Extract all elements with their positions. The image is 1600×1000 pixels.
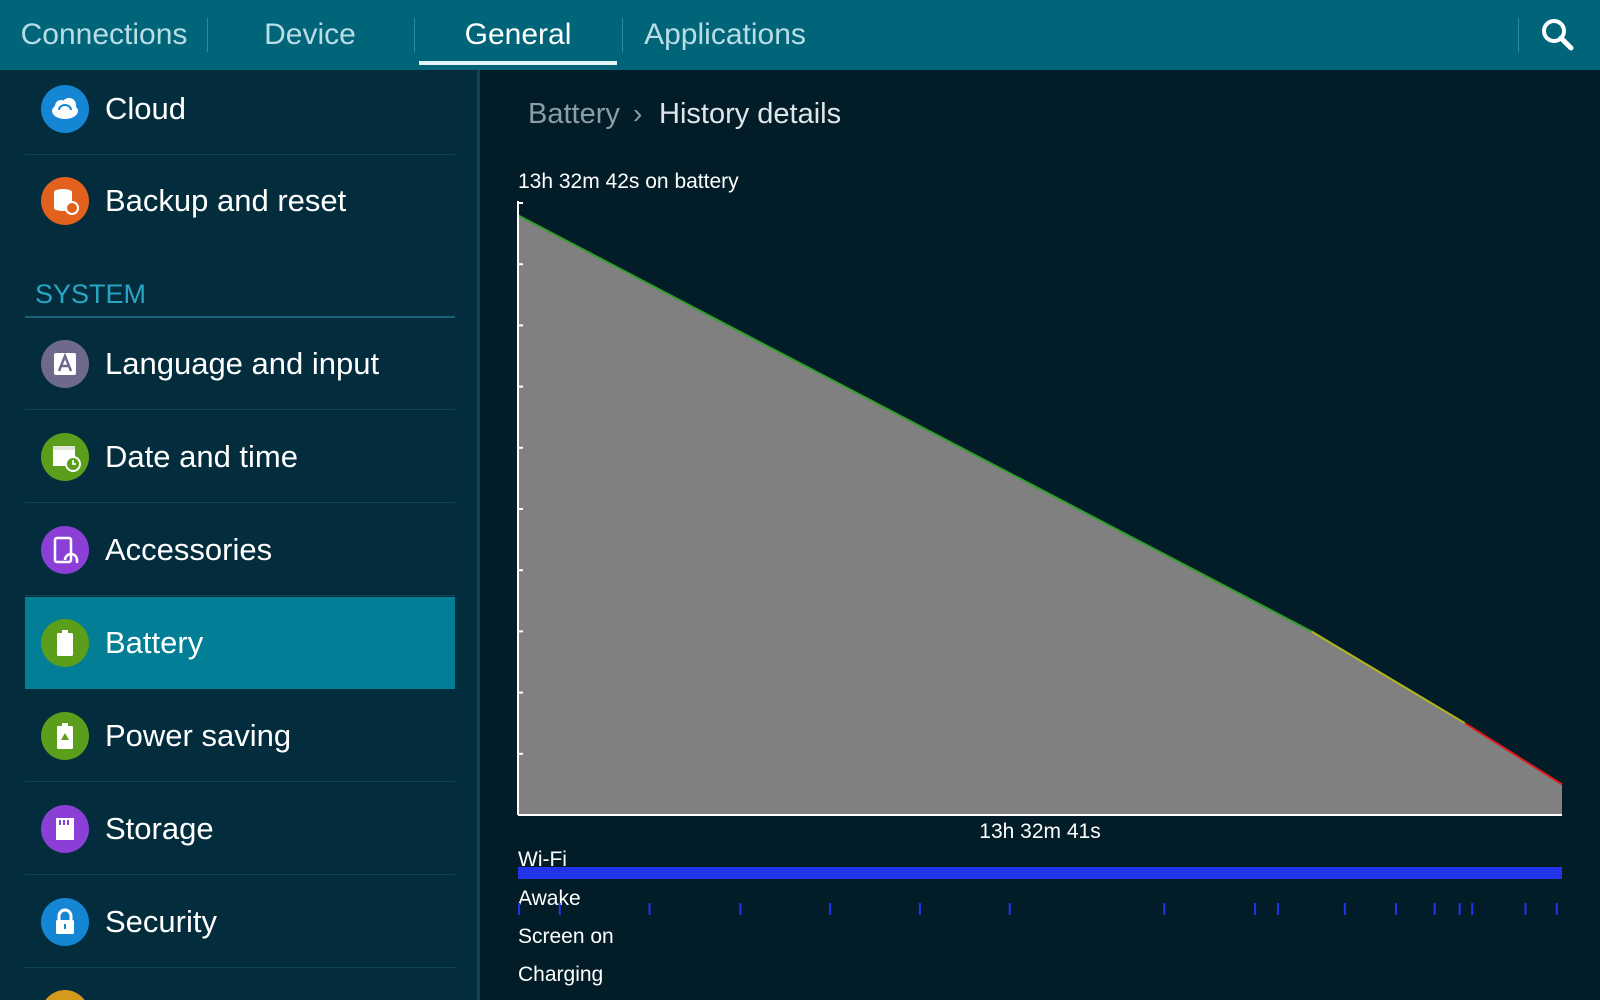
awake-tick	[1471, 903, 1474, 915]
breadcrumb-chevron-icon: ›	[633, 98, 643, 129]
tab-divider	[207, 18, 208, 52]
sidebar-item-label: Storage	[105, 811, 214, 846]
wifi-track-bar	[518, 867, 1562, 879]
awake-tick	[918, 903, 921, 915]
tab-divider	[414, 18, 415, 52]
awake-tick	[558, 903, 561, 915]
tab-divider	[622, 18, 623, 52]
battery-level-area	[518, 215, 1562, 816]
chart-x-label: 13h 32m 41s	[979, 820, 1101, 843]
awake-tick	[1277, 903, 1280, 915]
awake-tick	[1254, 903, 1257, 915]
sidebar-item-backup-and-reset[interactable]: Backup and reset	[25, 155, 455, 247]
page-title: History details	[659, 98, 842, 130]
tab-device[interactable]: Device	[215, 0, 405, 70]
calendar-clock-icon	[41, 433, 89, 481]
tab-bar: Connections Device General Applications	[0, 0, 1600, 70]
awake-tick	[1458, 903, 1461, 915]
sidebar-item-power-saving[interactable]: Power saving	[25, 690, 455, 782]
sidebar-item-cloud[interactable]: Cloud	[25, 63, 455, 155]
awake-tick	[1433, 903, 1436, 915]
sidebar-item-label: Language and input	[105, 346, 380, 381]
awake-tick	[1395, 903, 1398, 915]
awake-tick	[829, 903, 832, 915]
sidebar-item-battery[interactable]: Battery	[25, 597, 455, 689]
awake-tick	[518, 903, 520, 915]
awake-tick	[648, 903, 651, 915]
awake-tick	[1555, 903, 1558, 915]
sidebar-item-label: Battery	[105, 625, 204, 660]
sidebar-item-label: Date and time	[105, 439, 298, 474]
tab-applications[interactable]: Applications	[630, 0, 820, 70]
sidebar-item-language-and-input[interactable]: Language and input	[25, 318, 455, 410]
sidebar-item-storage[interactable]: Storage	[25, 783, 455, 875]
search-button[interactable]	[1536, 13, 1580, 57]
screen-on-track-label: Screen on	[518, 925, 614, 948]
breadcrumb-parent[interactable]: Battery	[528, 98, 620, 131]
sidebar-item-date-and-time[interactable]: Date and time	[25, 411, 455, 503]
sidebar-item-accessories[interactable]: Accessories	[25, 504, 455, 596]
backup-icon	[41, 177, 89, 225]
awake-tick	[1008, 903, 1011, 915]
sidebar-item-label: Security	[105, 904, 217, 939]
battery-level-chart	[517, 201, 1563, 816]
awake-tick	[1163, 903, 1166, 915]
sidebar-item-label: Cloud	[105, 91, 186, 126]
tab-connections[interactable]: Connections	[10, 0, 198, 70]
power-saving-icon	[41, 712, 89, 760]
sidebar-item-label: Backup and reset	[105, 183, 347, 218]
chart-title: 13h 32m 42s on battery	[518, 170, 739, 193]
awake-tick	[739, 903, 742, 915]
search-icon	[1542, 19, 1574, 51]
storage-icon	[41, 805, 89, 853]
language-icon	[41, 340, 89, 388]
battery-icon	[41, 619, 89, 667]
tab-divider	[1518, 18, 1519, 52]
tab-general[interactable]: General	[419, 0, 617, 70]
lock-icon	[41, 898, 89, 946]
sidebar-item-label: Power saving	[105, 718, 292, 753]
cloud-sync-icon	[41, 85, 89, 133]
awake-track	[518, 903, 1558, 915]
sidebar-item-security[interactable]: Security	[25, 876, 455, 968]
awake-tick	[1343, 903, 1346, 915]
awake-tick	[1524, 903, 1527, 915]
section-header-system: SYSTEM	[35, 279, 147, 309]
accessories-icon	[41, 526, 89, 574]
charging-track-label: Charging	[518, 963, 604, 986]
sidebar-item-label: Accessories	[105, 532, 273, 567]
